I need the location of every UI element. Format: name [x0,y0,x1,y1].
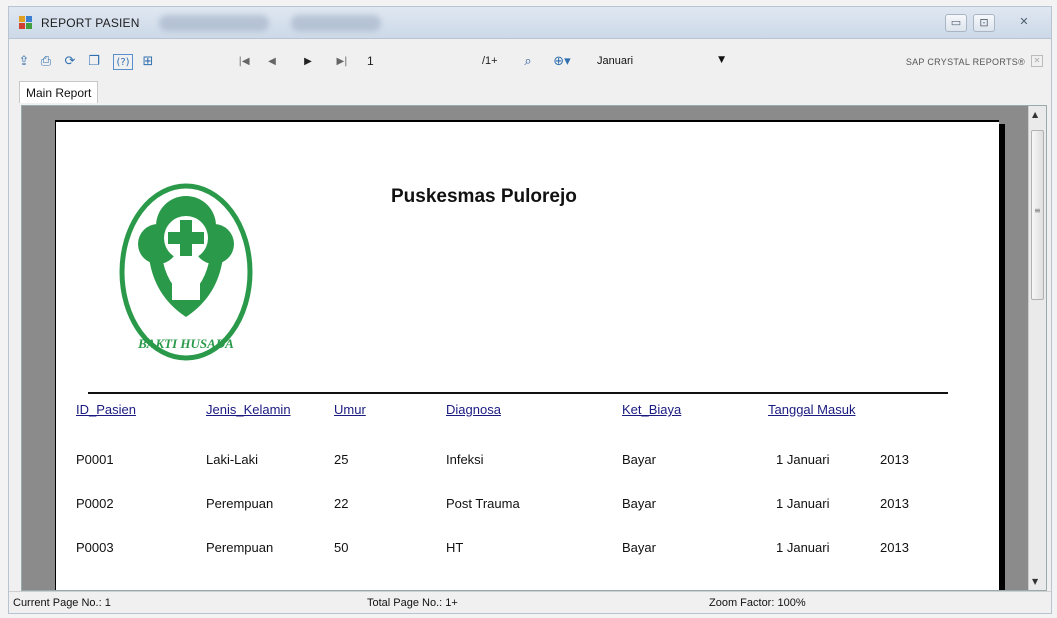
status-total-page: Total Page No.: 1+ [367,597,458,609]
column-header-diagnosa: Diagnosa [446,402,501,417]
background-tab [159,15,269,31]
zoom-value: Januari [597,55,634,67]
cell-id: P0001 [76,452,114,467]
cell-umur: 25 [334,452,349,467]
cell-diagnosa: HT [446,540,464,555]
column-header-tanggal-masuk: Tanggal Masuk [768,402,856,417]
export-icon[interactable]: ⇪ [15,54,33,70]
close-icon[interactable]: ✕ [1031,55,1043,67]
cell-tanggal: 1 Januari [776,540,830,555]
next-page-icon[interactable]: ▶ [299,54,317,70]
svg-text:BAKTI HUSADA: BAKTI HUSADA [137,336,234,351]
status-bar: Current Page No.: 1 Total Page No.: 1+ Z… [9,591,1051,613]
column-header-id: ID_Pasien [76,402,136,417]
minimize-button[interactable]: ▭ [945,14,967,32]
cell-tahun: 2013 [880,452,909,467]
bakti-husada-logo: BAKTI HUSADA [119,183,253,361]
title-bar: REPORT PASIEN ▭ ⊡ ✕ [9,7,1051,39]
scroll-thumb[interactable] [1031,130,1044,300]
page-number-field[interactable]: 1 [367,54,374,68]
grip-icon: ≡ [1034,206,1041,215]
cell-tanggal: 1 Januari [776,452,830,467]
report-window: REPORT PASIEN ▭ ⊡ ✕ ⇪ ⎙ ⟳ ❐ (?) ⊞ |◀ ◀ ▶… [8,6,1052,614]
report-viewer: BAKTI HUSADA Puskesmas Pulorejo ID_Pasie… [21,105,1047,591]
app-icon [19,16,33,30]
status-zoom-factor: Zoom Factor: 100% [709,597,806,609]
status-current-page: Current Page No.: 1 [13,597,111,609]
column-header-ket-biaya: Ket_Biaya [622,402,682,417]
print-icon[interactable]: ⎙ [37,54,55,70]
cell-umur: 22 [334,496,349,511]
total-pages-label: /1+ [482,55,498,67]
cell-jenis-kelamin: Perempuan [206,540,274,555]
cell-ket-biaya: Bayar [622,496,656,511]
last-page-icon[interactable]: ▶| [333,54,351,70]
report-title: Puskesmas Pulorejo [391,186,577,207]
cell-ket-biaya: Bayar [622,452,656,467]
header-divider [88,392,948,394]
background-tab [291,15,381,31]
window-title: REPORT PASIEN [41,16,140,30]
brand-label: SAP CRYSTAL REPORTS® [905,57,1025,67]
column-header-jenis-kelamin: Jenis_Kelamin [206,402,291,417]
cell-tahun: 2013 [880,540,909,555]
scroll-down-icon[interactable]: ▼ [1032,577,1038,586]
chevron-down-icon: ▼ [718,55,725,65]
prev-page-icon[interactable]: ◀ [263,54,281,70]
tab-main-report[interactable]: Main Report [19,81,99,103]
zoom-dropdown[interactable]: Januari ▼ [593,52,727,72]
maximize-button[interactable]: ⊡ [973,14,995,32]
cell-ket-biaya: Bayar [622,540,656,555]
scroll-up-icon[interactable]: ▲ [1032,110,1038,119]
refresh-icon[interactable]: ⟳ [61,54,79,70]
zoom-icon[interactable]: ⊕▾ [549,54,575,70]
help-icon[interactable]: (?) [113,54,133,70]
report-page: BAKTI HUSADA Puskesmas Pulorejo ID_Pasie… [55,120,999,590]
cell-diagnosa: Post Trauma [446,496,520,511]
cell-tanggal: 1 Januari [776,496,830,511]
cell-diagnosa: Infeksi [446,452,484,467]
cell-jenis-kelamin: Laki-Laki [206,452,259,467]
cell-tahun: 2013 [880,496,909,511]
copy-icon[interactable]: ❐ [85,54,103,70]
close-button[interactable]: ✕ [1009,14,1039,32]
cell-id: P0003 [76,540,114,555]
cell-umur: 50 [334,540,349,555]
column-header-umur: Umur [334,402,366,417]
cell-jenis-kelamin: Perempuan [206,496,274,511]
cell-id: P0002 [76,496,114,511]
toolbar: ⇪ ⎙ ⟳ ❐ (?) ⊞ |◀ ◀ ▶ ▶| 1 /1+ ⌕ ⊕▾ Janua… [9,40,1051,82]
vertical-scrollbar[interactable]: ▲ ≡ ▼ [1028,106,1046,590]
first-page-icon[interactable]: |◀ [235,54,253,70]
group-tree-icon[interactable]: ⊞ [139,54,157,70]
find-icon[interactable]: ⌕ [519,54,537,70]
